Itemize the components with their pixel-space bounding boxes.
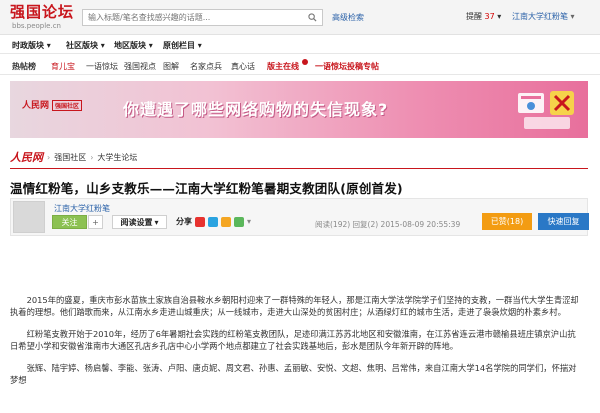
main-nav: 时政版块 ▾ 社区版块 ▾ 地区版块 ▾ 原创栏目 ▾ [0,35,600,54]
remind-menu[interactable]: 提醒 37 ▾ [466,11,501,22]
read-settings-button[interactable]: 阅读设置 ▾ [112,215,167,229]
subnav-hot-posts[interactable]: 热帖榜 [12,61,36,72]
chevron-down-icon: ▾ [497,12,502,21]
quick-reply-button[interactable]: 快速回复 [538,213,589,230]
nav-community-section[interactable]: 社区版块 ▾ [66,40,105,51]
chevron-down-icon: ▾ [154,217,159,227]
qzone-share-icon[interactable] [221,216,231,227]
author-bar: 江南大学红粉笔 关注 + 阅读设置 ▾ 分享 ▾ 阅读(192) 回复(2) 2… [10,198,589,236]
breadcrumb-separator: › [47,152,51,162]
nav-original-columns[interactable]: 原创栏目 ▾ [163,40,202,51]
search-input[interactable] [83,10,298,25]
post-paragraph: 红粉笔支教开始于2010年，经历了6年暑期社会实践的红粉笔支教团队，足迹印满江苏… [10,328,576,352]
search-icon [307,13,317,22]
user-menu[interactable]: 江南大学红粉笔 ▾ [512,11,575,22]
avatar[interactable] [13,201,45,233]
breadcrumb-separator: › [90,152,94,162]
author-name[interactable]: 江南大学红粉笔 [54,203,110,214]
new-badge-icon [302,59,308,65]
chevron-down-icon: ▾ [570,12,575,21]
breadcrumb-item[interactable]: 强国社区 [54,152,86,163]
post-paragraph: 2015年的盛夏，重庆市彭水苗族土家族自治县鞍水乡朝阳村迎来了一群特殊的年轻人，… [10,295,579,318]
post-meta: 阅读(192) 回复(2) 2015-08-09 20:55:39 [315,220,461,229]
subnav-moderators-online[interactable]: 版主在线 [267,61,299,72]
plus-icon[interactable]: + [88,215,103,229]
subnav-parenting[interactable]: 育儿宝 [51,61,75,72]
promo-banner[interactable]: 人民网 强国社区 你遭遇了哪些网络购物的失信现象? [10,81,588,138]
post-paragraph: 张辉、陆宇婷、杨启馨、李能、张涛、卢阳、唐贞妮、周文君、孙惠、孟丽敏、安悦、文超… [10,362,577,386]
subnav-truth[interactable]: 真心话 [231,61,255,72]
sub-nav: 热帖榜 育儿宝 一语惊坛 强国视点 图解 名家点兵 真心话 版主在线 一语惊坛投… [0,55,600,75]
weibo-share-icon[interactable] [195,216,205,227]
logo-title: 强国论坛 [10,3,75,21]
subnav-infographic[interactable]: 图解 [163,61,179,72]
breadcrumb-logo[interactable]: 人民网 [10,149,43,165]
post-title: 温情红粉笔，山乡支教乐——江南大学红粉笔暑期支教团队(原创首发) [10,181,403,196]
advanced-search-link[interactable]: 高级检索 [332,12,364,23]
post-body: 2015年的盛夏，重庆市彭水苗族土家族自治县鞍水乡朝阳村迎来了一群特殊的年轻人，… [10,294,580,395]
subnav-viewpoint[interactable]: 强国视点 [124,61,156,72]
banner-headline: 你遭遇了哪些网络购物的失信现象? [123,100,389,119]
qq-share-icon[interactable] [208,216,218,227]
praise-button[interactable]: 已赞(18) [482,213,532,230]
wechat-share-icon[interactable] [234,216,244,227]
subnav-submission-thread[interactable]: 一语惊坛投稿专帖 [315,61,379,72]
breadcrumb-item[interactable]: 大学生论坛 [97,152,137,163]
site-logo[interactable]: 强国论坛 bbs.people.cn [10,3,76,32]
subnav-one-word[interactable]: 一语惊坛 [86,61,118,72]
username: 江南大学红粉笔 [512,12,568,21]
share-bar: 分享 ▾ [176,216,251,227]
search-button[interactable] [302,10,322,25]
logo-subtitle: bbs.people.cn [12,22,61,30]
subnav-experts[interactable]: 名家点兵 [190,61,222,72]
share-label: 分享 [176,217,192,226]
breadcrumb: 人民网 › 强国社区 › 大学生论坛 [10,150,137,164]
top-bar: 强国论坛 bbs.people.cn 高级检索 提醒 37 ▾ 江南大学红粉笔 … [0,0,600,35]
remind-label: 提醒 [466,12,482,21]
remind-count: 37 [484,12,495,21]
follow-button[interactable]: 关注 [52,215,87,229]
banner-logo: 人民网 强国社区 [22,98,83,111]
nav-politics-section[interactable]: 时政版块 ▾ [12,40,51,51]
divider [10,168,588,169]
shopping-warning-icon [518,91,574,129]
nav-region-section[interactable]: 地区版块 ▾ [114,40,153,51]
banner-tag: 强国社区 [52,100,83,111]
search-box [82,9,323,26]
more-share-icon[interactable]: ▾ [247,217,251,226]
